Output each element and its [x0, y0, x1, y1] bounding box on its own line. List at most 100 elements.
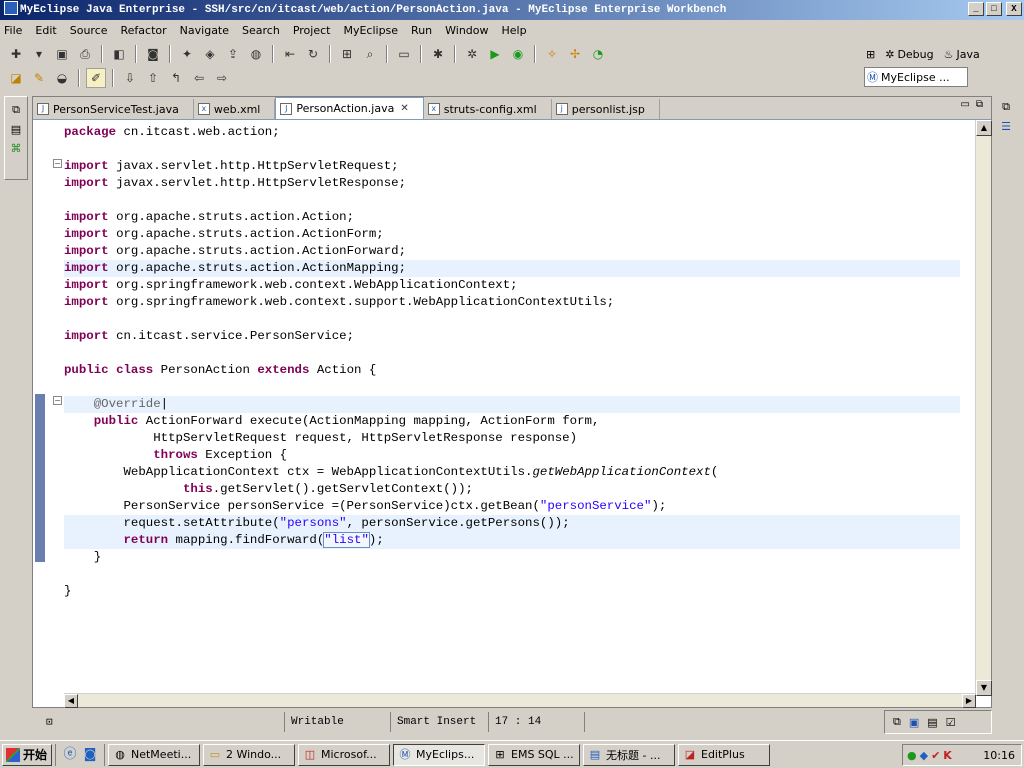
- menu-refactor[interactable]: Refactor: [121, 24, 167, 37]
- last-edit-icon[interactable]: ↰: [166, 68, 186, 88]
- minimize-button[interactable]: _: [968, 2, 984, 16]
- horizontal-scrollbar[interactable]: ◀ ▶: [64, 693, 976, 708]
- menu-search[interactable]: Search: [242, 24, 280, 37]
- task-microsoft[interactable]: ◫ Microsof...: [298, 743, 390, 766]
- tasks-icon[interactable]: ☑: [946, 716, 956, 729]
- open-perspective-icon[interactable]: ⊞: [866, 48, 875, 61]
- perspective-java[interactable]: ♨ Java: [944, 48, 980, 61]
- task-netmeeting[interactable]: ◍ NetMeeti...: [108, 743, 200, 766]
- refresh-icon[interactable]: ↻: [303, 44, 323, 64]
- code-line: PersonService personService =(PersonServ…: [64, 499, 667, 513]
- tray-k-icon[interactable]: K: [943, 749, 952, 762]
- debug-icon[interactable]: ✲: [462, 44, 482, 64]
- console-icon[interactable]: ▣: [909, 716, 919, 729]
- tab-struts-config-xml[interactable]: x struts-config.xml: [424, 99, 552, 119]
- new-java-class-icon[interactable]: ✦: [177, 44, 197, 64]
- prev-annotation-icon[interactable]: ⇧: [143, 68, 163, 88]
- quick-diff-bar: [35, 394, 45, 562]
- tab-personservicetest-java[interactable]: J PersonServiceTest.java: [33, 99, 194, 119]
- fold-method-icon[interactable]: −: [53, 396, 62, 405]
- new-icon[interactable]: ✚: [6, 44, 26, 64]
- task-notepad[interactable]: ▤ 无标题 - ...: [583, 743, 675, 766]
- monitor-icon[interactable]: ▭: [394, 44, 414, 64]
- fast-view-icon[interactable]: ⊡: [46, 717, 53, 729]
- hierarchy-icon[interactable]: ⌘: [11, 142, 22, 155]
- maximize-editor-icon[interactable]: ⧉: [976, 99, 983, 110]
- package-explorer-icon[interactable]: ▤: [11, 123, 21, 136]
- search-icon[interactable]: ⌕: [360, 44, 380, 64]
- status-left: ⊡: [32, 715, 284, 729]
- outline-icon[interactable]: ☰: [1001, 120, 1011, 133]
- menu-source[interactable]: Source: [70, 24, 108, 37]
- scroll-left-icon[interactable]: ◀: [64, 694, 78, 708]
- tab-web-xml[interactable]: x web.xml: [194, 99, 276, 119]
- package-icon[interactable]: ◧: [109, 44, 129, 64]
- restore-icon[interactable]: ⧉: [893, 715, 901, 729]
- deploy-icon[interactable]: ⇪: [223, 44, 243, 64]
- tab-personaction-java[interactable]: J PersonAction.java ✕: [275, 97, 424, 119]
- java-icon: ♨: [943, 47, 954, 61]
- next-annotation-icon[interactable]: ⇩: [120, 68, 140, 88]
- tab-personlist-jsp[interactable]: j personlist.jsp: [552, 99, 660, 119]
- maximize-button[interactable]: □: [986, 2, 1002, 16]
- new-folder-icon[interactable]: ◔: [588, 44, 608, 64]
- task-editplus[interactable]: ◪ EditPlus: [678, 743, 770, 766]
- task-windows-explorer[interactable]: ▭ 2 Windo...: [203, 743, 295, 766]
- menu-file[interactable]: File: [4, 24, 22, 37]
- tray-network-icon[interactable]: ◆: [920, 749, 928, 762]
- back-history-icon[interactable]: ⇤: [280, 44, 300, 64]
- open-type-icon[interactable]: ⊞: [337, 44, 357, 64]
- vertical-scrollbar[interactable]: ▲ ▼: [975, 120, 992, 696]
- new-web-icon[interactable]: ◈: [200, 44, 220, 64]
- code-editor[interactable]: − − package cn.itcast.web.action; import…: [33, 119, 992, 708]
- tray-update-icon[interactable]: ✔: [931, 749, 940, 762]
- menu-window[interactable]: Window: [445, 24, 488, 37]
- server-icon[interactable]: ◙: [143, 44, 163, 64]
- close-button[interactable]: X: [1006, 2, 1022, 16]
- open-folder-icon[interactable]: ◪: [6, 68, 26, 88]
- restore-view-icon[interactable]: ⧉: [12, 103, 20, 117]
- print-icon[interactable]: ⎙: [75, 44, 95, 64]
- back-icon[interactable]: ⇦: [189, 68, 209, 88]
- tray-app-icon[interactable]: ●: [907, 749, 917, 762]
- pencil-icon[interactable]: ✎: [29, 68, 49, 88]
- new-package-icon[interactable]: ✢: [565, 44, 585, 64]
- toggle-mark-icon[interactable]: ◒: [52, 68, 72, 88]
- scroll-right-icon[interactable]: ▶: [962, 694, 976, 708]
- start-button[interactable]: 开始: [2, 743, 52, 766]
- run-external-icon[interactable]: ◉: [508, 44, 528, 64]
- menu-help[interactable]: Help: [502, 24, 527, 37]
- scroll-up-icon[interactable]: ▲: [976, 120, 992, 136]
- task-myeclipse[interactable]: Ⓜ MyEclips...: [393, 743, 485, 766]
- save-icon[interactable]: ▣: [52, 44, 72, 64]
- perspective-debug-label: Debug: [897, 47, 934, 61]
- dropdown-arrow-icon[interactable]: ▾: [29, 44, 49, 64]
- problems-icon[interactable]: ▤: [927, 716, 937, 729]
- menu-run[interactable]: Run: [411, 24, 432, 37]
- fold-imports-icon[interactable]: −: [53, 159, 62, 168]
- globe-icon[interactable]: ◍: [246, 44, 266, 64]
- close-tab-icon[interactable]: ✕: [400, 103, 408, 114]
- ie-icon[interactable]: ⓔ: [62, 747, 78, 763]
- new-class-icon[interactable]: ✧: [542, 44, 562, 64]
- run-icon[interactable]: ▶: [485, 44, 505, 64]
- source-code[interactable]: package cn.itcast.web.action; import jav…: [64, 124, 960, 600]
- highlight-icon[interactable]: ✐: [86, 68, 106, 88]
- tools-icon[interactable]: ✱: [428, 44, 448, 64]
- minimize-editor-icon[interactable]: ▭: [960, 99, 969, 110]
- scroll-down-icon[interactable]: ▼: [976, 680, 992, 696]
- code-line: import org.apache.struts.action.ActionFo…: [64, 244, 407, 258]
- toolbar-separator: [420, 45, 422, 63]
- restore-view-icon[interactable]: ⧉: [1002, 100, 1010, 114]
- menu-edit[interactable]: Edit: [35, 24, 56, 37]
- forward-icon[interactable]: ⇨: [212, 68, 232, 88]
- menu-myeclipse[interactable]: MyEclipse: [343, 24, 398, 37]
- perspective-myeclipse[interactable]: Ⓜ MyEclipse ...: [864, 67, 968, 87]
- outlook-icon[interactable]: ◙: [82, 747, 98, 763]
- perspective-debug[interactable]: ✲ Debug: [885, 48, 933, 61]
- menu-project[interactable]: Project: [293, 24, 331, 37]
- status-cursor-position: 17 : 14: [488, 712, 584, 732]
- task-ems-sql[interactable]: ⊞ EMS SQL ...: [488, 743, 580, 766]
- window-title-bar[interactable]: MyEclipse Java Enterprise - SSH/src/cn/i…: [0, 0, 1024, 20]
- menu-navigate[interactable]: Navigate: [180, 24, 229, 37]
